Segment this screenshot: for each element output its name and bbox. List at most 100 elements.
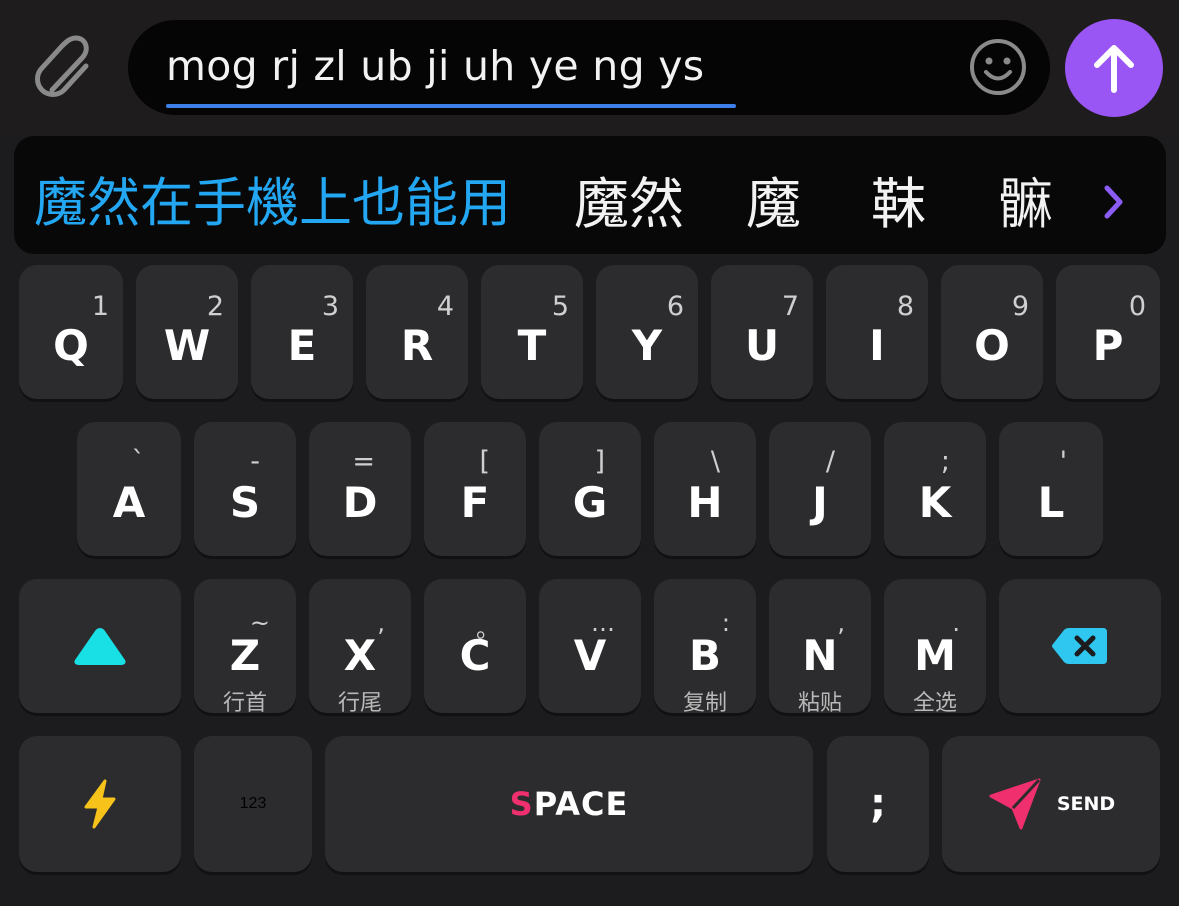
key-z[interactable]: ~ Z 行首 <box>194 579 296 716</box>
key-label: L <box>1037 478 1065 527</box>
key-sublabel: 复制 <box>682 691 727 716</box>
space-label-accent: S <box>509 785 534 823</box>
candidate-item[interactable]: 魔 <box>746 172 801 236</box>
chevron-right-icon[interactable] <box>1102 182 1126 222</box>
key-label: D <box>342 478 378 527</box>
key-h[interactable]: \ H <box>654 422 756 556</box>
key-hint: 7 <box>781 291 799 322</box>
key-label: W <box>163 321 211 370</box>
lightning-icon <box>84 779 116 829</box>
key-label: U <box>744 321 780 370</box>
key-k[interactable]: ; K <box>884 422 986 556</box>
key-label: N <box>802 631 838 680</box>
key-m[interactable]: . M 全选 <box>884 579 986 716</box>
key-label: S <box>229 478 261 527</box>
key-r[interactable]: 4 R <box>366 265 468 399</box>
backspace-key[interactable] <box>999 579 1161 713</box>
key-hint: ; <box>940 446 950 477</box>
key-y[interactable]: 6 Y <box>596 265 698 399</box>
key-sublabel: 行首 <box>222 691 267 716</box>
message-composer-bar: mog rj zl ub ji uh ye ng ys <box>0 0 1179 136</box>
key-hint: 1 <box>91 291 109 322</box>
key-label: P <box>1092 321 1124 370</box>
key-hint: = <box>352 446 375 477</box>
paperclip-icon[interactable] <box>28 28 100 108</box>
key-label: F <box>460 478 490 527</box>
key-hint: 5 <box>551 291 569 322</box>
key-b[interactable]: : B 复制 <box>654 579 756 716</box>
candidate-item[interactable]: 髍 <box>998 172 1053 236</box>
key-hint: / <box>825 446 835 477</box>
key-label: Y <box>631 321 663 370</box>
smiley-icon[interactable] <box>968 37 1028 97</box>
key-e[interactable]: 3 E <box>251 265 353 399</box>
key-label: A <box>112 478 146 527</box>
key-label: E <box>287 321 317 370</box>
key-hint: 8 <box>896 291 914 322</box>
key-hint: ` <box>131 446 146 477</box>
key-label: H <box>687 478 723 527</box>
space-label: SPACE <box>510 785 629 823</box>
key-c[interactable]: 。 C <box>424 579 526 713</box>
key-w[interactable]: 2 W <box>136 265 238 399</box>
send-key-label: SEND <box>1056 793 1116 815</box>
candidate-item[interactable]: 魔然 <box>574 172 684 236</box>
key-hint: ' <box>1059 446 1067 477</box>
semicolon-key[interactable]: ; <box>827 736 929 872</box>
arrow-up-icon <box>1094 45 1134 93</box>
key-hint: - <box>250 446 260 477</box>
key-hint: 9 <box>1011 291 1029 322</box>
key-n[interactable]: , N 粘贴 <box>769 579 871 716</box>
key-label: X <box>343 631 377 680</box>
send-key[interactable]: SEND <box>942 736 1160 872</box>
key-label: M <box>914 631 956 680</box>
space-label-rest: PACE <box>533 785 629 823</box>
key-g[interactable]: ] G <box>539 422 641 556</box>
key-sublabel: 全选 <box>912 691 957 716</box>
key-u[interactable]: 7 U <box>711 265 813 399</box>
key-label: J <box>812 478 828 527</box>
key-label: V <box>573 631 607 680</box>
key-l[interactable]: ' L <box>999 422 1103 556</box>
key-i[interactable]: 8 I <box>826 265 928 399</box>
key-hint: 0 <box>1128 291 1146 322</box>
paper-plane-icon <box>989 778 1041 830</box>
send-message-button[interactable] <box>1065 19 1163 117</box>
key-label: Q <box>53 321 89 370</box>
key-q[interactable]: 1 Q <box>19 265 123 399</box>
triangle-shift-icon <box>74 628 126 665</box>
key-p[interactable]: 0 P <box>1056 265 1160 399</box>
key-label: I <box>869 321 885 370</box>
quick-action-key[interactable] <box>19 736 181 872</box>
number-mode-key[interactable]: 123 <box>194 736 312 872</box>
key-label: Z <box>229 631 261 680</box>
key-label: T <box>517 321 547 370</box>
key-o[interactable]: 9 O <box>941 265 1043 399</box>
candidate-item[interactable]: 魔然在手機上也能用 <box>34 172 511 236</box>
key-j[interactable]: / J <box>769 422 871 556</box>
key-d[interactable]: = D <box>309 422 411 556</box>
key-sublabel: 行尾 <box>337 691 382 716</box>
message-text[interactable]: mog rj zl ub ji uh ye ng ys <box>166 42 704 90</box>
key-hint: 4 <box>436 291 454 322</box>
space-key[interactable]: SPACE <box>325 736 813 872</box>
key-label: R <box>400 321 434 370</box>
key-sublabel: 粘贴 <box>797 691 842 716</box>
key-a[interactable]: ` A <box>77 422 181 556</box>
key-label: C <box>459 631 491 680</box>
number-mode-label: 123 <box>239 795 267 812</box>
candidate-item[interactable]: 靺 <box>871 172 926 236</box>
key-f[interactable]: [ F <box>424 422 526 556</box>
key-label: B <box>688 631 721 680</box>
key-t[interactable]: 5 T <box>481 265 583 399</box>
shift-key[interactable] <box>19 579 181 713</box>
key-s[interactable]: - S <box>194 422 296 556</box>
key-hint: \ <box>710 446 720 477</box>
key-hint: 3 <box>321 291 339 322</box>
candidate-bar: 魔然在手機上也能用 魔然 魔 靺 髍 <box>14 136 1166 254</box>
key-x[interactable]: , X 行尾 <box>309 579 411 716</box>
composition-underline <box>166 104 736 108</box>
backspace-icon <box>1052 628 1107 664</box>
key-v[interactable]: … V <box>539 579 641 713</box>
message-input[interactable]: mog rj zl ub ji uh ye ng ys <box>128 20 1050 115</box>
